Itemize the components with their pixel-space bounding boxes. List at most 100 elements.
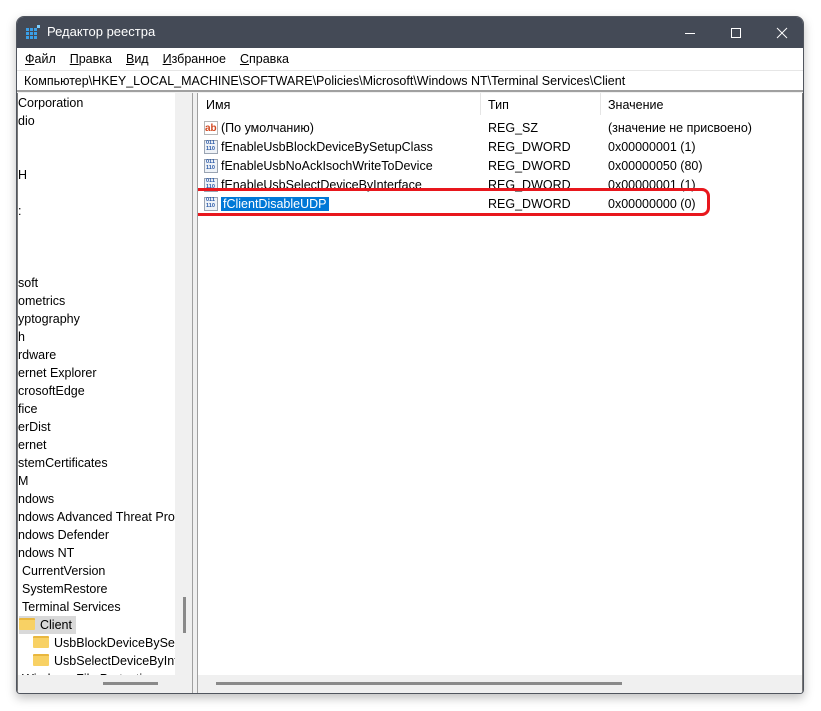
menu-file[interactable]: Файл bbox=[25, 52, 56, 66]
value-row[interactable]: fClientDisableUDP REG_DWORD 0x00000000 (0) bbox=[198, 195, 802, 214]
tree-item[interactable]: h bbox=[18, 328, 25, 346]
tree-item-label: dio bbox=[18, 114, 35, 128]
menu-help-label: правка bbox=[249, 52, 290, 66]
value-type: REG_DWORD bbox=[488, 178, 571, 192]
minimize-button[interactable] bbox=[667, 17, 713, 48]
window-title: Редактор реестра bbox=[47, 24, 156, 39]
folder-icon bbox=[19, 618, 35, 630]
tree-item[interactable]: Client bbox=[19, 616, 76, 634]
tree-item[interactable]: rdware bbox=[18, 346, 56, 364]
tree-item-label: Client bbox=[40, 618, 72, 632]
tree-item[interactable]: M bbox=[18, 472, 28, 490]
address-bar[interactable]: Компьютер\HKEY_LOCAL_MACHINE\SOFTWARE\Po… bbox=[17, 70, 803, 92]
menu-view[interactable]: Вид bbox=[126, 52, 149, 66]
tree-item[interactable]: yptography bbox=[18, 310, 80, 328]
value-name-cell: fClientDisableUDP bbox=[204, 195, 330, 214]
tree-item[interactable]: H bbox=[18, 166, 27, 184]
value-row[interactable]: (По умолчанию) REG_SZ (значение не присвое… bbox=[198, 119, 802, 138]
registry-editor-window: Редактор реестра Файл Правка Вид Избранн… bbox=[16, 16, 804, 694]
tree-item-label: h bbox=[18, 330, 25, 344]
menu-favorites-label: збранное bbox=[171, 52, 226, 66]
menu-file-accel: Ф bbox=[25, 52, 35, 66]
tree-horizontal-scroll-thumb[interactable] bbox=[103, 682, 158, 685]
tree-item[interactable]: CurrentVersion bbox=[22, 562, 105, 580]
value-row[interactable]: fEnableUsbSelectDeviceByInterface REG_DWO… bbox=[198, 176, 802, 195]
tree-item[interactable]: ndows bbox=[18, 490, 54, 508]
list-horizontal-scroll-thumb[interactable] bbox=[216, 682, 622, 685]
menu-help[interactable]: Справка bbox=[240, 52, 289, 66]
column-header-value[interactable]: Значение bbox=[608, 93, 663, 115]
tree-item[interactable]: crosoftEdge bbox=[18, 382, 85, 400]
tree-item[interactable]: Terminal Services bbox=[22, 598, 121, 616]
column-header-name[interactable]: Имя bbox=[206, 93, 230, 115]
tree-horizontal-scrollbar[interactable] bbox=[18, 675, 175, 693]
value-type: REG_DWORD bbox=[488, 197, 571, 211]
column-header-type[interactable]: Тип bbox=[488, 93, 509, 115]
value-type: REG_DWORD bbox=[488, 140, 571, 154]
dword-value-icon bbox=[204, 178, 218, 192]
tree-item[interactable]: soft bbox=[18, 274, 38, 292]
tree-item-label: ernet Explorer bbox=[18, 366, 97, 380]
column-separator[interactable] bbox=[480, 93, 481, 115]
tree-item-label: yptography bbox=[18, 312, 80, 326]
tree-item[interactable]: ometrics bbox=[18, 292, 65, 310]
folder-icon bbox=[33, 636, 49, 648]
value-data: 0x00000000 (0) bbox=[608, 197, 696, 211]
close-button[interactable] bbox=[759, 17, 803, 48]
tree-item[interactable]: : bbox=[18, 202, 21, 220]
title-bar[interactable]: Редактор реестра bbox=[17, 17, 803, 48]
tree-item[interactable]: ndows Defender bbox=[18, 526, 109, 544]
menu-help-accel: С bbox=[239, 52, 249, 66]
value-row[interactable]: fEnableUsbNoAckIsochWriteToDevice REG_DWO… bbox=[198, 157, 802, 176]
menu-file-label: айл bbox=[34, 52, 56, 66]
value-name-cell: (По умолчанию) bbox=[204, 119, 314, 138]
string-value-icon bbox=[204, 119, 218, 138]
tree-item[interactable]: UsbBlockDeviceBySetu bbox=[33, 634, 175, 652]
value-name: fEnableUsbSelectDeviceByInterface bbox=[221, 178, 422, 192]
tree-item[interactable]: fice bbox=[18, 400, 37, 418]
value-type: REG_DWORD bbox=[488, 159, 571, 173]
tree-item-label: CurrentVersion bbox=[22, 564, 106, 578]
tree-item[interactable]: SystemRestore bbox=[22, 580, 107, 598]
menu-edit[interactable]: Правка bbox=[70, 52, 112, 66]
tree-item[interactable]: ndows Advanced Threat Prote bbox=[18, 508, 175, 526]
tree-item-label: rdware bbox=[18, 348, 57, 362]
tree-item[interactable]: stemCertificates bbox=[18, 454, 108, 472]
tree-item[interactable]: ernet bbox=[18, 436, 47, 454]
dword-value-icon bbox=[204, 159, 218, 173]
dword-value-icon bbox=[204, 140, 218, 154]
tree-item[interactable]: ndows NT bbox=[18, 544, 74, 562]
value-data: (значение не присвоено) bbox=[608, 121, 752, 135]
tree-item-label: ndows NT bbox=[18, 546, 75, 560]
tree-vertical-scroll-thumb[interactable] bbox=[183, 597, 186, 633]
tree-item[interactable]: erDist bbox=[18, 418, 51, 436]
value-name-cell: fEnableUsbSelectDeviceByInterface bbox=[204, 176, 422, 195]
key-tree: Corporation dio H: soft ometrics yptography h r… bbox=[18, 93, 175, 675]
panes: Corporation dio H: soft ometrics yptography h r… bbox=[17, 93, 803, 693]
tree-item[interactable]: UsbSelectDeviceByInter bbox=[33, 652, 175, 670]
minimize-icon bbox=[685, 32, 695, 34]
menu-bar: Файл Правка Вид Избранное Справка bbox=[17, 48, 803, 70]
tree-item-label: M bbox=[18, 474, 29, 488]
tree-item[interactable]: ernet Explorer bbox=[18, 364, 97, 382]
tree-item-label: soft bbox=[18, 276, 39, 290]
list-horizontal-scrollbar[interactable] bbox=[198, 675, 802, 693]
tree-item-label: ometrics bbox=[18, 294, 66, 308]
tree-item-label: Terminal Services bbox=[22, 600, 121, 614]
value-name: fEnableUsbNoAckIsochWriteToDevice bbox=[221, 159, 433, 173]
column-separator[interactable] bbox=[600, 93, 601, 115]
tree-item[interactable]: Corporation bbox=[18, 94, 83, 112]
close-icon bbox=[776, 27, 788, 38]
tree-item-label: crosoftEdge bbox=[18, 384, 85, 398]
value-row[interactable]: fEnableUsbBlockDeviceBySetupClass REG_DWO… bbox=[198, 138, 802, 157]
tree-item[interactable]: dio bbox=[18, 112, 35, 130]
tree-item-label: fice bbox=[18, 402, 38, 416]
menu-favorites[interactable]: Избранное bbox=[163, 52, 226, 66]
tree-item-label: UsbBlockDeviceBySetu bbox=[54, 636, 175, 650]
value-data: 0x00000001 (1) bbox=[608, 178, 696, 192]
menu-edit-accel: П bbox=[69, 52, 79, 66]
tree-item-label: ernet bbox=[18, 438, 47, 452]
key-tree-pane: Corporation dio H: soft ometrics yptography h r… bbox=[17, 93, 192, 693]
tree-vertical-scrollbar[interactable] bbox=[175, 93, 192, 693]
maximize-button[interactable] bbox=[713, 17, 759, 48]
